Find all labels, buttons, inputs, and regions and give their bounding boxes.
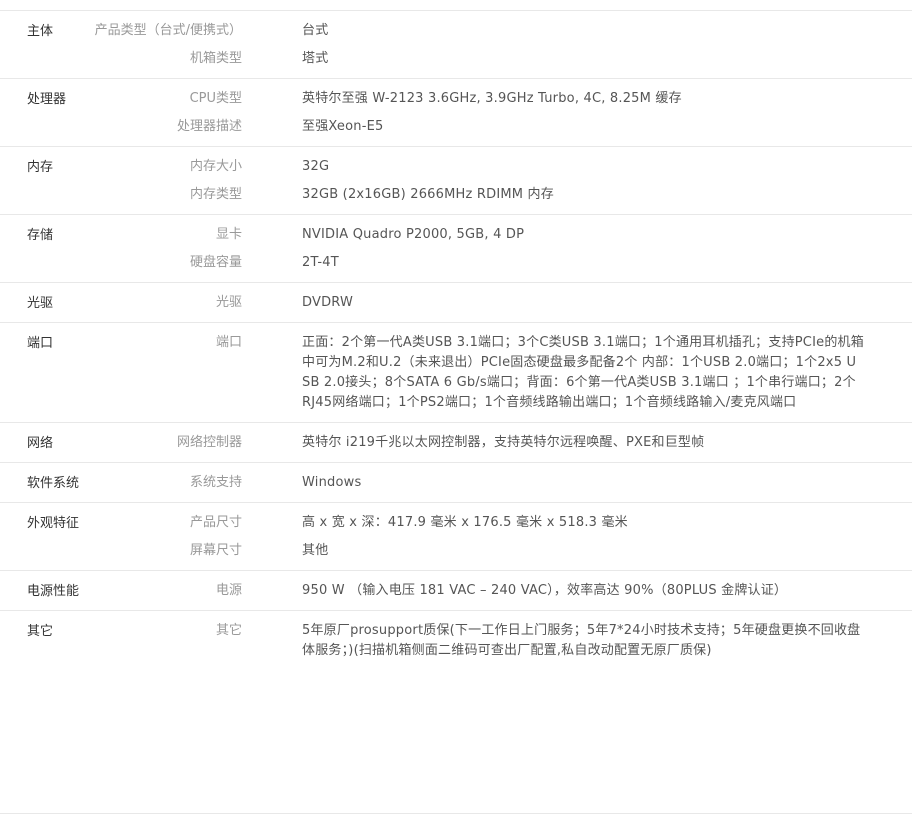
group-title: 存储 [27,228,54,243]
group-title: 网络 [27,436,54,451]
spec-row: 屏幕尺寸 其他 [0,541,912,561]
spec-value: 高 x 宽 x 深：417.9 毫米 x 176.5 毫米 x 518.3 毫米 [302,515,628,530]
spec-row: 其它 5年原厂prosupport质保(下一工作日上门服务；5年7*24小时技术… [0,621,912,661]
spec-row: 显卡 NVIDIA Quadro P2000, 5GB, 4 DP [0,225,912,245]
group-title: 电源性能 [27,584,80,599]
spec-row: 内存大小 32G [0,157,912,177]
bottom-divider [0,813,912,814]
spec-group-memory: 内存 内存大小 32G 内存类型 32GB (2x16GB) 2666MHz R… [0,147,912,215]
spec-group-other: 其它 其它 5年原厂prosupport质保(下一工作日上门服务；5年7*24小… [0,611,912,670]
spec-row: 产品尺寸 高 x 宽 x 深：417.9 毫米 x 176.5 毫米 x 518… [0,513,912,533]
spec-value: 至强Xeon-E5 [302,119,384,134]
spec-group-software: 软件系统 系统支持 Windows [0,463,912,503]
group-title: 软件系统 [27,476,80,491]
spec-group-storage: 存储 显卡 NVIDIA Quadro P2000, 5GB, 4 DP 硬盘容… [0,215,912,283]
spec-label: 屏幕尺寸 [189,543,242,558]
spec-value: 正面：2个第一代A类USB 3.1端口；3个C类USB 3.1端口；1个通用耳机… [302,335,864,410]
group-title: 光驱 [27,296,54,311]
spec-value: 塔式 [302,51,329,66]
spec-group-appearance: 外观特征 产品尺寸 高 x 宽 x 深：417.9 毫米 x 176.5 毫米 … [0,503,912,571]
spec-row: 电源 950 W （输入电压 181 VAC – 240 VAC），效率高达 9… [0,581,912,601]
group-title: 内存 [27,160,54,175]
spec-value: 台式 [302,23,329,38]
spec-group-optical-drive: 光驱 光驱 DVDRW [0,283,912,323]
group-title: 主体 [27,24,54,39]
spec-row: 系统支持 Windows [0,473,912,493]
spec-table: 主体 产品类型（台式/便携式） 台式 机箱类型 塔式 处理器 CPU类型 英特尔… [0,11,912,670]
spec-value: 英特尔至强 W-2123 3.6GHz, 3.9GHz Turbo, 4C, 8… [302,91,682,106]
spec-group-power: 电源性能 电源 950 W （输入电压 181 VAC – 240 VAC），效… [0,571,912,611]
spec-value: 950 W （输入电压 181 VAC – 240 VAC），效率高达 90%（… [302,583,788,598]
spec-row: 网络控制器 英特尔 i219千兆以太网控制器，支持英特尔远程唤醒、PXE和巨型帧 [0,433,912,453]
spec-group-processor: 处理器 CPU类型 英特尔至强 W-2123 3.6GHz, 3.9GHz Tu… [0,79,912,147]
spec-value: 2T-4T [302,255,339,270]
spec-value: DVDRW [302,295,354,310]
spec-value: 5年原厂prosupport质保(下一工作日上门服务；5年7*24小时技术支持；… [302,623,861,658]
spec-row: 光驱 DVDRW [0,293,912,313]
spec-row: CPU类型 英特尔至强 W-2123 3.6GHz, 3.9GHz Turbo,… [0,89,912,109]
spec-row: 内存类型 32GB (2x16GB) 2666MHz RDIMM 内存 [0,185,912,205]
spec-label: 机箱类型 [189,51,242,66]
spec-row: 处理器描述 至强Xeon-E5 [0,117,912,137]
spec-label: 内存类型 [189,187,242,202]
spec-value: NVIDIA Quadro P2000, 5GB, 4 DP [302,227,525,242]
spec-label: 硬盘容量 [189,255,242,270]
group-title: 外观特征 [27,516,80,531]
spec-row: 机箱类型 塔式 [0,49,912,69]
group-title: 其它 [27,624,54,639]
spec-group-main: 主体 产品类型（台式/便携式） 台式 机箱类型 塔式 [0,11,912,79]
spec-row: 端口 正面：2个第一代A类USB 3.1端口；3个C类USB 3.1端口；1个通… [0,333,912,413]
spec-group-network: 网络 网络控制器 英特尔 i219千兆以太网控制器，支持英特尔远程唤醒、PXE和… [0,423,912,463]
group-title: 处理器 [27,92,67,107]
spec-label: 处理器描述 [176,119,242,134]
spec-value: Windows [302,475,362,490]
group-title: 端口 [27,336,54,351]
spec-row: 硬盘容量 2T-4T [0,253,912,273]
spec-value: 英特尔 i219千兆以太网控制器，支持英特尔远程唤醒、PXE和巨型帧 [302,435,705,450]
spec-group-ports: 端口 端口 正面：2个第一代A类USB 3.1端口；3个C类USB 3.1端口；… [0,323,912,423]
spec-value: 其他 [302,543,329,558]
spec-value: 32GB (2x16GB) 2666MHz RDIMM 内存 [302,187,554,202]
spec-value: 32G [302,159,330,174]
spec-row: 产品类型（台式/便携式） 台式 [0,21,912,41]
